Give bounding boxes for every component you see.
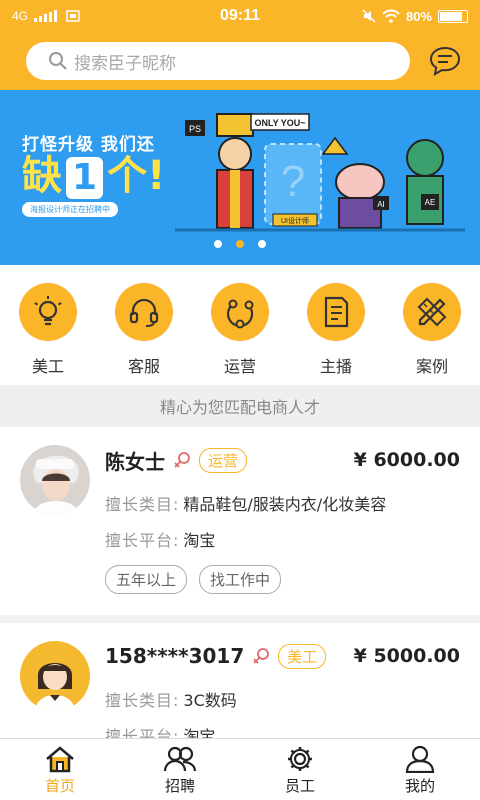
pager-dot[interactable] (258, 240, 266, 248)
ae-tag: AE (425, 198, 436, 207)
message-button[interactable] (428, 44, 462, 78)
banner-pager (0, 240, 480, 248)
tab-home[interactable]: 首页 (0, 739, 120, 800)
banner-illustration: PS ? ONLY YOU~ UI设计师 AI AE (175, 113, 465, 232)
platform-value: 淘宝 (183, 531, 216, 550)
person-icon (405, 745, 435, 773)
battery-icon (438, 9, 468, 23)
lightbulb-icon (34, 296, 62, 326)
talent-list: 陈女士 运营 擅长类目: 精品鞋包/服装内衣/化妆美容 擅长平台: 淘宝 五年以上 … (0, 427, 480, 791)
platform-key: 擅长平台: (105, 531, 180, 550)
category-designer[interactable]: 美工 (13, 283, 83, 385)
svg-text:?: ? (281, 157, 305, 206)
category-grid: 美工 客服 运营 主播 案例 (0, 265, 480, 385)
bottom-tab-bar: 首页 招聘 员工 我的 (0, 738, 480, 800)
pager-dot[interactable] (214, 240, 222, 248)
category-value: 3C数码 (183, 691, 237, 710)
female-icon (174, 452, 190, 468)
network-icon (226, 299, 254, 329)
banner-sign: UI设计师 (281, 216, 309, 225)
section-tagline: 精心为您匹配电商人才 (0, 385, 480, 427)
speech-bubble: ONLY YOU~ (254, 118, 305, 128)
network-label: 4G (12, 9, 29, 23)
tab-staff[interactable]: 员工 (240, 739, 360, 800)
category-label: 案例 (415, 357, 448, 376)
document-icon (324, 296, 349, 328)
signal-icon (34, 10, 58, 22)
search-input[interactable]: 搜索臣子昵称 (26, 42, 410, 80)
pager-dot[interactable] (236, 240, 244, 248)
role-badge: 美工 (278, 643, 327, 669)
home-icon (46, 746, 74, 773)
avatar (20, 445, 90, 515)
talent-name: 158****3017 (105, 644, 245, 668)
category-label: 客服 (127, 357, 160, 376)
chat-icon (429, 46, 461, 76)
promo-banner[interactable]: 打怪升级 我们还 缺 1 个! 海报设计师正在招聘中 PS ? ONLY YOU~ … (0, 90, 480, 265)
category-support[interactable]: 客服 (109, 283, 179, 385)
ai-tag: AI (377, 200, 385, 209)
avatar-default (20, 641, 90, 711)
banner-big-text: 缺 1 个! (22, 153, 166, 199)
wifi-icon (382, 9, 400, 23)
category-key: 擅长类目: (105, 495, 180, 514)
status-chip: 找工作中 (199, 565, 282, 594)
category-label: 美工 (31, 357, 64, 376)
banner-big-pre: 缺 (22, 153, 62, 199)
avatar-photo (20, 445, 90, 515)
banner-subline: 海报设计师正在招聘中 (22, 202, 118, 217)
ps-tag: PS (189, 124, 201, 134)
tab-label: 招聘 (164, 777, 195, 795)
female-icon (253, 648, 270, 664)
group-icon (163, 746, 197, 772)
category-operations[interactable]: 运营 (205, 283, 275, 385)
category-value: 精品鞋包/服装内衣/化妆美容 (183, 495, 387, 514)
top-bar: 搜索臣子昵称 (0, 32, 480, 90)
category-label: 运营 (223, 357, 256, 376)
experience-chip: 五年以上 (105, 565, 188, 594)
category-streamer[interactable]: 主播 (301, 283, 371, 385)
category-label: 主播 (319, 357, 352, 376)
gear-icon (288, 747, 312, 771)
pencil-ruler-icon (417, 297, 447, 327)
headset-icon (129, 298, 159, 327)
tab-label: 我的 (404, 777, 435, 795)
tab-label: 首页 (44, 777, 75, 795)
banner-big-number: 1 (66, 157, 104, 199)
category-cases[interactable]: 案例 (397, 283, 467, 385)
status-left: 4G (12, 9, 80, 23)
mute-icon (362, 9, 376, 23)
talent-name: 陈女士 (105, 449, 165, 474)
avatar (20, 641, 90, 711)
tab-recruit[interactable]: 招聘 (120, 739, 240, 800)
battery-percent: 80% (405, 8, 432, 24)
tab-profile[interactable]: 我的 (360, 739, 480, 800)
role-badge: 运营 (199, 447, 248, 473)
talent-card[interactable]: 陈女士 运营 擅长类目: 精品鞋包/服装内衣/化妆美容 擅长平台: 淘宝 五年以上 … (0, 427, 480, 615)
tab-label: 员工 (284, 777, 315, 795)
salary: ¥ 5000.00 (353, 645, 460, 667)
status-bar: 4G 09:11 80% (0, 0, 480, 32)
status-right: 80% (362, 9, 468, 24)
banner-big-post: 个 (107, 153, 148, 199)
search-icon (49, 52, 67, 70)
salary: ¥ 6000.00 (353, 449, 460, 471)
category-key: 擅长类目: (105, 691, 180, 710)
search-placeholder: 搜索臣子昵称 (74, 53, 176, 74)
sim-icon (66, 10, 80, 22)
